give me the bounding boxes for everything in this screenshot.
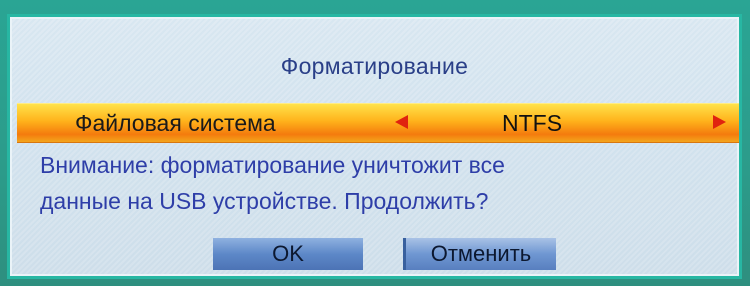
filesystem-option-row[interactable]: Файловая система NTFS — [17, 103, 739, 143]
cancel-button[interactable]: Отменить — [403, 238, 556, 270]
arrow-left-icon[interactable] — [395, 115, 408, 129]
warning-line-1: Внимание: форматирование уничтожит все — [40, 152, 505, 178]
ok-button[interactable]: OK — [213, 238, 363, 270]
arrow-right-icon[interactable] — [713, 115, 726, 129]
filesystem-value: NTFS — [502, 110, 563, 136]
tv-screen: Форматирование Файловая система NTFS Вни… — [0, 0, 750, 286]
warning-line-2: данные на USB устройстве. Продолжить? — [40, 188, 489, 214]
format-dialog: Форматирование Файловая система NTFS Вни… — [7, 14, 742, 279]
filesystem-label: Файловая система — [75, 110, 276, 136]
dialog-title: Форматирование — [280, 53, 469, 79]
warning-message: Внимание: форматирование уничтожит все д… — [40, 147, 740, 219]
